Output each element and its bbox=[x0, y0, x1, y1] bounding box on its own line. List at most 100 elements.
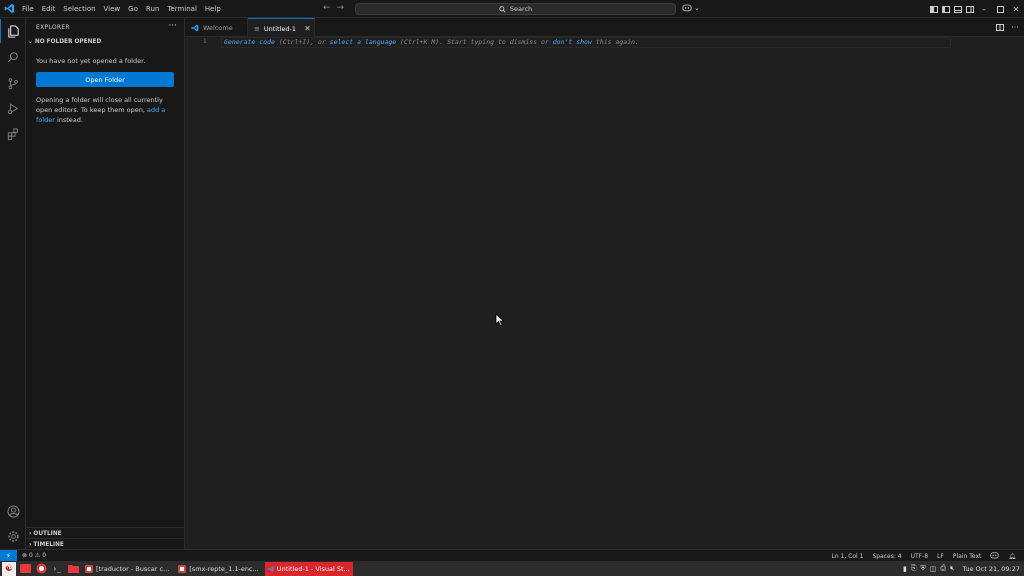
menu-run[interactable]: Run bbox=[142, 0, 163, 18]
notifications-bell-icon[interactable]: 🔔︎ bbox=[1008, 553, 1016, 560]
menu-help[interactable]: Help bbox=[201, 0, 225, 18]
tab-welcome[interactable]: Welcome bbox=[185, 18, 248, 37]
status-bar: ⚡ ⊗ 0 ⚠ 0 Ln 1, Col 1 Spaces: 4 UTF-8 LF… bbox=[0, 549, 1024, 562]
forward-arrow-icon[interactable]: → bbox=[337, 3, 345, 13]
window-label: Untitled-1 - Visual St... bbox=[276, 564, 350, 573]
outline-label: OUTLINE bbox=[33, 530, 62, 537]
os-taskbar: ☯ ›_ [traductor - Buscar c... [smx-repte… bbox=[0, 561, 1024, 576]
info-text-after: instead. bbox=[54, 116, 83, 124]
select-language-link[interactable]: select a language bbox=[330, 38, 397, 46]
run-debug-icon[interactable] bbox=[0, 96, 26, 120]
taskbar-window-vscode[interactable]: Untitled-1 - Visual St... bbox=[264, 561, 353, 576]
open-folder-info: Opening a folder will close all currentl… bbox=[36, 95, 166, 125]
indentation[interactable]: Spaces: 4 bbox=[872, 553, 901, 560]
tab-label: Untitled-1 bbox=[263, 24, 297, 33]
toggle-panel-icon[interactable] bbox=[952, 0, 964, 18]
extensions-icon[interactable] bbox=[0, 122, 26, 146]
search-view-icon[interactable] bbox=[0, 45, 26, 69]
taskbar-window-traductor[interactable]: [traductor - Buscar c... bbox=[82, 562, 172, 576]
printer-icon[interactable]: ⎙ bbox=[940, 564, 946, 573]
editor-actions: ··· bbox=[994, 18, 1024, 37]
toggle-secondary-sidebar-icon[interactable] bbox=[964, 0, 976, 18]
update-icon[interactable]: ◫ bbox=[930, 565, 937, 573]
show-desktop-icon[interactable] bbox=[18, 562, 32, 576]
clock[interactable]: Tue Oct 21, 09:27 bbox=[962, 565, 1020, 573]
no-folder-message: You have not yet opened a folder. bbox=[36, 57, 146, 65]
empty-editor-hint: Generate code (Ctrl+I), or select a lang… bbox=[224, 38, 639, 46]
app-menu-icon[interactable]: ☯ bbox=[2, 561, 16, 576]
tab-label: Welcome bbox=[203, 23, 233, 32]
end-of-line[interactable]: LF bbox=[937, 553, 944, 560]
menu-file[interactable]: File bbox=[18, 0, 38, 18]
remote-indicator-icon[interactable]: ⚡ bbox=[0, 549, 17, 562]
menu-selection[interactable]: Selection bbox=[59, 0, 99, 18]
timeline-label: TIMELINE bbox=[33, 541, 64, 548]
vscode-logo-icon[interactable] bbox=[0, 0, 18, 18]
chevron-right-icon: › bbox=[29, 541, 32, 548]
mouse-pointer-icon bbox=[495, 313, 505, 326]
title-bar-controls: – ✕ bbox=[928, 0, 1024, 18]
line-number: 1 bbox=[203, 38, 207, 45]
chevron-down-icon: ⌄ bbox=[28, 39, 33, 45]
more-actions-icon[interactable]: ··· bbox=[168, 21, 177, 31]
window-label: [traductor - Buscar c... bbox=[96, 564, 170, 573]
menu-view[interactable]: View bbox=[100, 0, 125, 18]
manage-gear-icon[interactable] bbox=[0, 524, 26, 548]
warning-count: 0 bbox=[42, 552, 47, 559]
encoding[interactable]: UTF-8 bbox=[911, 553, 929, 560]
shield-icon[interactable]: ⛨ bbox=[920, 564, 925, 573]
editor-tab-bar: Welcome ≡ Untitled-1 ✕ ··· bbox=[185, 18, 1024, 38]
title-bar: File Edit Selection View Go Run Terminal… bbox=[0, 0, 1024, 18]
generate-code-link[interactable]: Generate code bbox=[224, 38, 275, 46]
search-icon bbox=[499, 5, 506, 13]
more-editor-actions-icon[interactable]: ··· bbox=[1006, 19, 1024, 37]
files-launcher-icon[interactable] bbox=[66, 562, 80, 576]
cursor-position[interactable]: Ln 1, Col 1 bbox=[832, 553, 864, 560]
close-tab-icon[interactable]: ✕ bbox=[304, 24, 311, 33]
copilot-icon bbox=[682, 4, 692, 12]
maximize-icon[interactable] bbox=[992, 0, 1008, 18]
accounts-icon[interactable] bbox=[0, 499, 26, 523]
no-folder-section-header[interactable]: ⌄ NO FOLDER OPENED bbox=[28, 39, 101, 45]
editor-area[interactable]: 1 Generate code (Ctrl+I), or select a la… bbox=[185, 37, 1024, 549]
menu-terminal[interactable]: Terminal bbox=[163, 0, 201, 18]
vscode-tab-icon bbox=[191, 24, 199, 31]
browser-window-icon bbox=[85, 564, 93, 573]
open-folder-button[interactable]: Open Folder bbox=[36, 72, 174, 87]
menu-go[interactable]: Go bbox=[124, 0, 142, 18]
problems-indicator[interactable]: ⊗ 0 ⚠ 0 bbox=[22, 552, 46, 559]
taskbar-window-smx-repte[interactable]: [smx-repte_1.1-enc... bbox=[175, 562, 261, 576]
firefox-launcher-icon[interactable] bbox=[34, 562, 48, 576]
error-count: 0 bbox=[29, 552, 33, 559]
activity-bar bbox=[0, 18, 26, 549]
menu-bar: File Edit Selection View Go Run Terminal… bbox=[18, 0, 225, 18]
warning-icon: ⚠ bbox=[34, 552, 41, 559]
browser-window-icon bbox=[178, 564, 187, 573]
split-editor-icon[interactable] bbox=[994, 19, 1006, 37]
close-window-icon[interactable]: ✕ bbox=[1008, 0, 1024, 18]
minimize-icon[interactable]: – bbox=[976, 0, 992, 18]
menu-edit[interactable]: Edit bbox=[38, 0, 60, 18]
customize-layout-icon[interactable] bbox=[928, 0, 940, 18]
volume-mute-icon[interactable]: 🔇︎ bbox=[950, 564, 954, 573]
language-mode[interactable]: Plain Text bbox=[953, 553, 981, 560]
hint-text-3: this again. bbox=[591, 38, 639, 46]
clipboard-icon[interactable]: ⎘ bbox=[911, 564, 917, 573]
search-label: Search bbox=[509, 5, 533, 13]
terminal-launcher-icon[interactable]: ›_ bbox=[50, 562, 64, 576]
explorer-icon[interactable] bbox=[0, 19, 26, 43]
window-label: [smx-repte_1.1-enc... bbox=[189, 564, 259, 573]
battery-icon[interactable]: ▮ bbox=[903, 565, 907, 573]
copilot-status-icon[interactable] bbox=[990, 551, 999, 561]
back-arrow-icon[interactable]: ← bbox=[323, 3, 331, 13]
chevron-right-icon: › bbox=[29, 530, 32, 537]
tab-untitled-1[interactable]: ≡ Untitled-1 ✕ bbox=[248, 18, 315, 38]
toggle-primary-sidebar-icon[interactable] bbox=[940, 0, 952, 18]
source-control-icon[interactable] bbox=[0, 71, 26, 95]
info-text-before: Opening a folder will close all currentl… bbox=[36, 96, 163, 114]
plain-text-file-icon: ≡ bbox=[254, 24, 260, 33]
command-center-search[interactable]: Search bbox=[355, 3, 676, 15]
dont-show-link[interactable]: don't show bbox=[553, 38, 592, 46]
vscode-taskbar-icon bbox=[268, 566, 274, 571]
copilot-menu[interactable]: ⌄ bbox=[682, 3, 700, 12]
